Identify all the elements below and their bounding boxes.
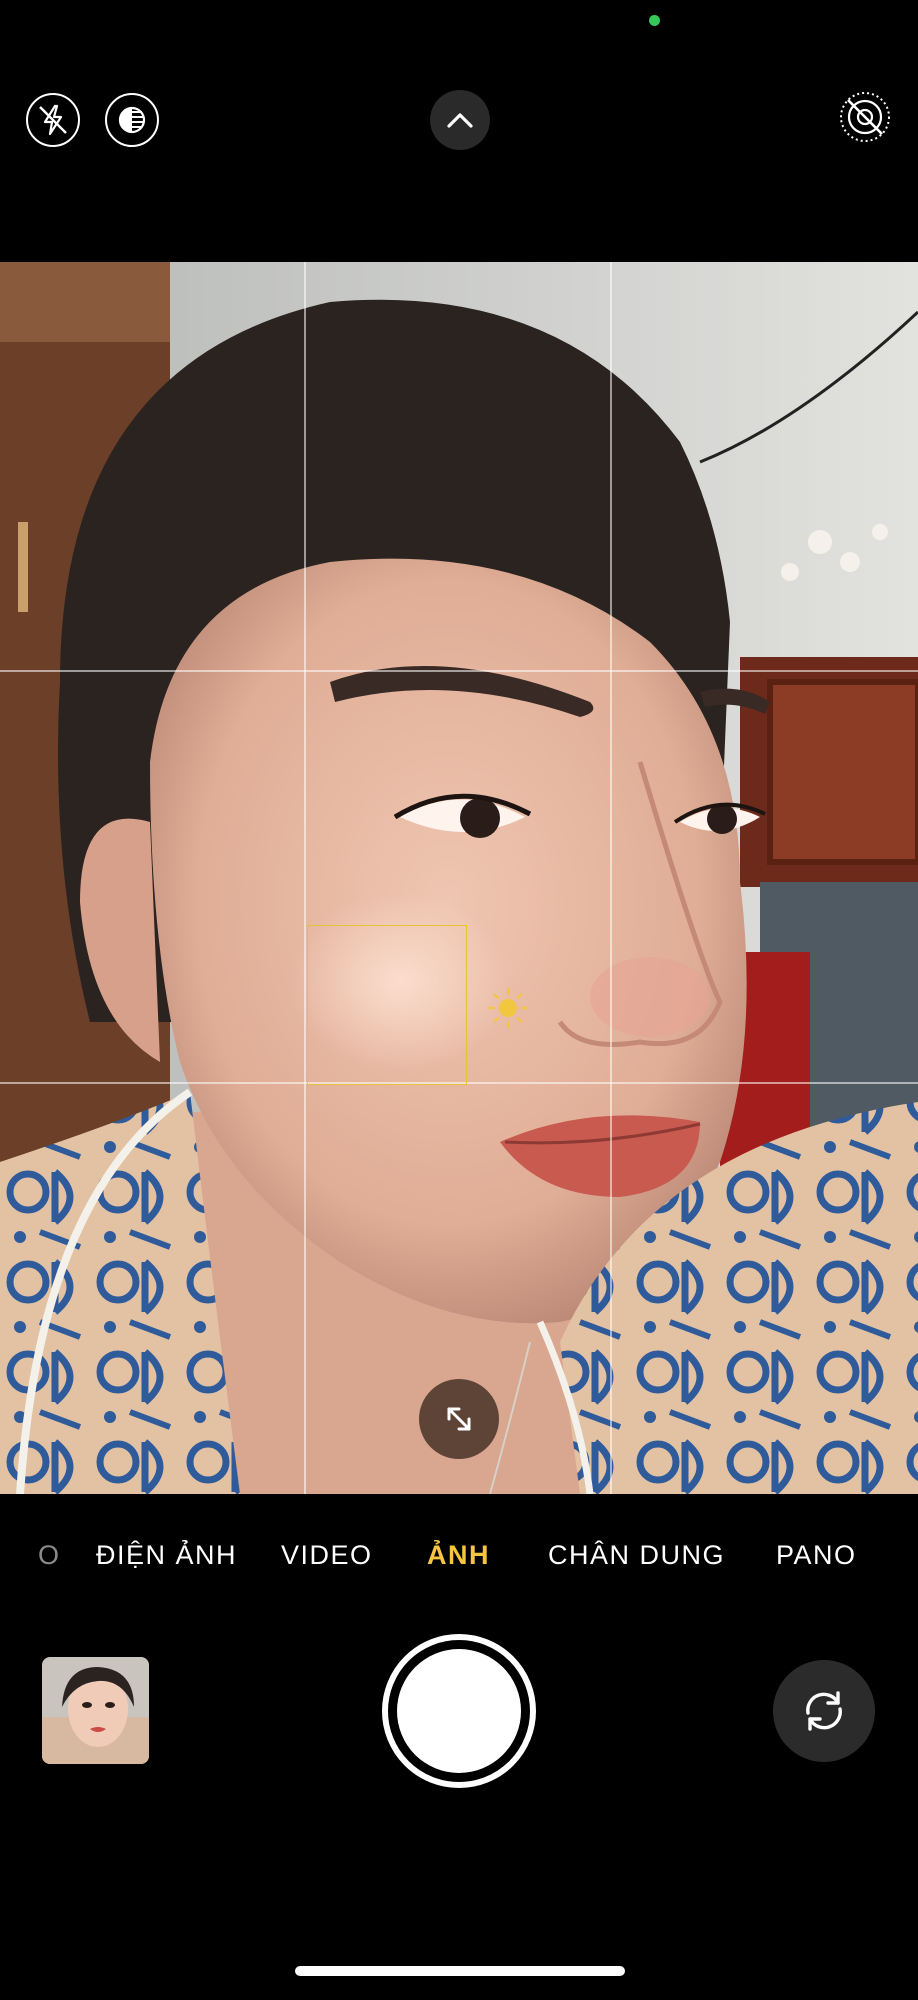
show-options-button[interactable] <box>430 90 490 150</box>
mode-cinematic[interactable]: ĐIỆN ẢNH <box>96 1540 237 1571</box>
night-mode-button[interactable] <box>105 93 159 147</box>
expand-view-button[interactable] <box>419 1379 499 1459</box>
mode-portrait[interactable]: CHÂN DUNG <box>548 1540 725 1571</box>
camera-mode-selector: O ĐIỆN ẢNH VIDEO ẢNH CHÂN DUNG PANO <box>0 1540 918 1586</box>
live-photo-toggle-button[interactable] <box>838 90 892 144</box>
focus-box <box>307 925 467 1085</box>
grid-line-vertical-2 <box>610 262 612 1494</box>
mode-slow-mo[interactable]: O <box>38 1540 61 1571</box>
mode-video[interactable]: VIDEO <box>281 1540 373 1571</box>
mode-pano[interactable]: PANO <box>776 1540 857 1571</box>
last-photo-thumbnail[interactable] <box>42 1657 149 1764</box>
grid-line-horizontal-1 <box>0 670 918 672</box>
grid-line-vertical-1 <box>304 262 306 1494</box>
thumbnail-image <box>42 1657 149 1764</box>
viewfinder-scene <box>0 262 918 1494</box>
camera-viewfinder[interactable] <box>0 262 918 1494</box>
camera-flip-icon <box>806 1691 842 1731</box>
exposure-sun-icon[interactable] <box>485 985 531 1031</box>
shutter-button[interactable] <box>382 1634 536 1788</box>
flash-off-icon <box>39 104 67 136</box>
switch-camera-button[interactable] <box>773 1660 875 1762</box>
camera-in-use-indicator <box>649 15 660 26</box>
home-indicator[interactable] <box>295 1966 625 1976</box>
chevron-up-icon <box>447 113 473 128</box>
expand-icon <box>447 1407 471 1431</box>
mode-photo[interactable]: ẢNH <box>427 1540 490 1571</box>
live-photo-off-icon <box>840 92 890 142</box>
flash-toggle-button[interactable] <box>26 93 80 147</box>
shutter-inner <box>397 1649 521 1773</box>
live-off-icon <box>118 106 146 134</box>
